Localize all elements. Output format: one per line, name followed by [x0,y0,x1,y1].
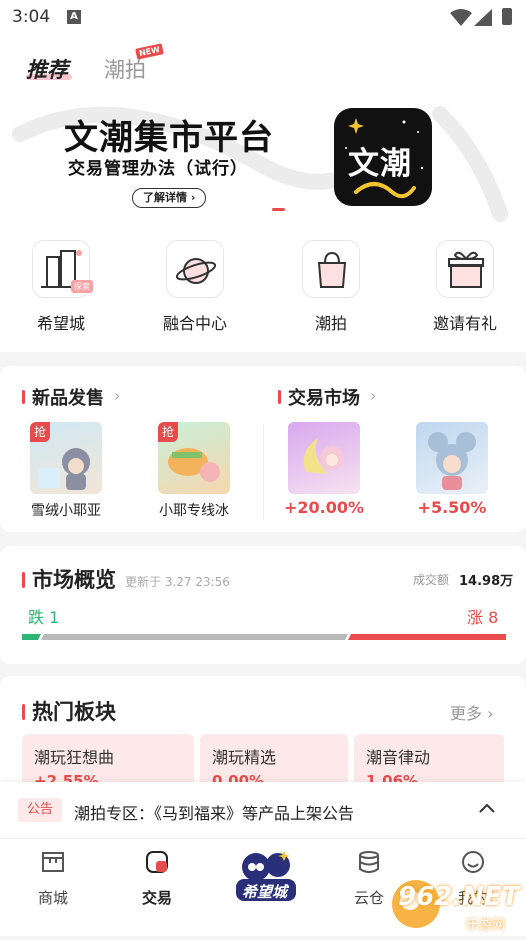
market-overview-card[interactable]: 市场概览 更新于 3.27 23:56 成交额 14.98万 跌 1 涨 8 [0,546,526,664]
chevron-up-icon[interactable] [478,802,496,814]
nav-trade[interactable]: 交易 [122,849,192,908]
up-down-ratio-bar [22,634,506,640]
gift-box-icon [436,240,494,298]
explore-tag: 探索 [71,280,93,293]
banner-title: 文潮集市平台 [64,118,274,158]
chevron-right-icon[interactable]: › [114,386,120,405]
update-time: 更新于 3.27 23:56 [125,575,230,589]
quick-entry-grid: 探索 希望城 融合中心 潮拍 邀请有礼 [0,230,526,352]
market-item-thumbnail[interactable] [288,422,360,494]
quick-entry-fusion-center[interactable]: 融合中心 [140,240,250,334]
buy-tag: 抢 [30,422,50,442]
trade-icon [146,851,168,873]
section-accent-bar [22,390,25,404]
shopping-bag-icon [302,240,360,298]
volume-label: 成交额 [413,573,450,587]
wifi-icon [450,9,472,26]
hero-section: 推荐 潮拍 NEW 文潮集市平台 交易管理办法（试行） 了解详情 › 文潮 [0,34,526,230]
market-overview-title: 市场概览 [32,568,116,592]
product-name: 小耶专线冰 [159,503,229,519]
quick-entry-hope-city[interactable]: 探索 希望城 [6,240,116,334]
hot-sectors-title: 热门板块 [32,700,116,724]
banner-subtitle: 交易管理办法（试行） [68,159,248,179]
new-badge: NEW [135,43,164,60]
more-link[interactable]: 更多 › [450,700,494,724]
signal-icon [474,9,492,26]
flat-segment [41,634,348,640]
release-market-card: 新品发售 › 交易市场 › 抢 雪绒小耶亚 抢 小耶专线冰 +20.00% +5… [0,366,526,532]
nav-center-label: 希望城 [242,883,288,901]
battery-icon [502,8,512,25]
section-accent-bar [22,572,25,588]
volume-value: 14.98万 [459,574,514,589]
nav-store[interactable]: 商城 [18,849,88,908]
market-item-thumbnail[interactable] [416,422,488,494]
mouse-figure-image [428,432,476,490]
quick-entry-label: 希望城 [36,314,85,333]
city-building-icon: 探索 [32,240,93,298]
divider [263,424,264,520]
quick-entry-chaopai[interactable]: 潮拍 [276,240,386,334]
product-name: 雪绒小耶亚 [31,503,101,519]
wenchao-logo: 文潮 [334,108,432,206]
nav-label: 交易 [141,889,172,907]
logo-text: 文潮 [348,146,412,182]
notification-a-icon: A [67,10,81,24]
up-count: 涨 8 [467,608,499,627]
quick-entry-label: 潮拍 [314,314,347,333]
new-release-title[interactable]: 新品发售 [32,384,104,410]
notice-bar[interactable]: 公告 潮拍专区：《马到福来》等产品上架公告 [0,782,526,838]
store-icon [42,852,64,872]
hot-sectors-card: 热门板块 更多 › 潮玩狂想曲 +2.55% 潮玩精选 0.00% 潮音律动 1… [0,676,526,804]
up-segment [348,634,506,640]
coins-stack-icon [359,851,379,873]
down-segment [22,634,41,640]
quick-entry-invite[interactable]: 邀请有礼 [410,240,520,334]
quick-entry-label: 邀请有礼 [432,314,497,333]
sector-name: 潮玩精选 [212,748,277,767]
market-item-change: +5.50% [417,498,487,517]
status-bar: 3:04 A [0,0,526,34]
watermark-sub: 乐游网 [466,918,506,933]
product-thumbnail[interactable]: 抢 [158,422,230,494]
banner-detail-button[interactable]: 了解详情 › [132,188,207,208]
planet-icon [166,240,224,298]
notice-tag: 公告 [18,798,62,822]
chevron-right-icon[interactable]: › [370,386,376,405]
more-label: 更多 [450,704,483,723]
watermark-text: 962.NET [398,882,520,912]
section-accent-bar [22,704,25,720]
moon-figure-image [303,438,344,474]
status-time: 3:04 [12,7,51,27]
trade-market-title[interactable]: 交易市场 [288,384,360,410]
market-item-change: +20.00% [283,498,365,517]
banner-detail-label: 了解详情 [143,191,187,204]
section-accent-bar [278,390,281,404]
quick-entry-label: 融合中心 [162,314,227,333]
notice-text[interactable]: 潮拍专区：《马到福来》等产品上架公告 [74,800,354,824]
carousel-indicator [272,208,285,211]
sector-name: 潮玩狂想曲 [34,748,115,767]
nav-label: 商城 [37,889,68,907]
tab-recommend[interactable]: 推荐 [26,54,68,84]
buy-tag: 抢 [158,422,178,442]
sector-name: 潮音律动 [366,748,431,767]
down-count: 跌 1 [28,608,60,627]
site-watermark: 962.NET 乐游网 [388,864,526,936]
nav-hope-city[interactable]: 希望城 [228,845,304,911]
product-thumbnail[interactable]: 抢 [30,422,102,494]
